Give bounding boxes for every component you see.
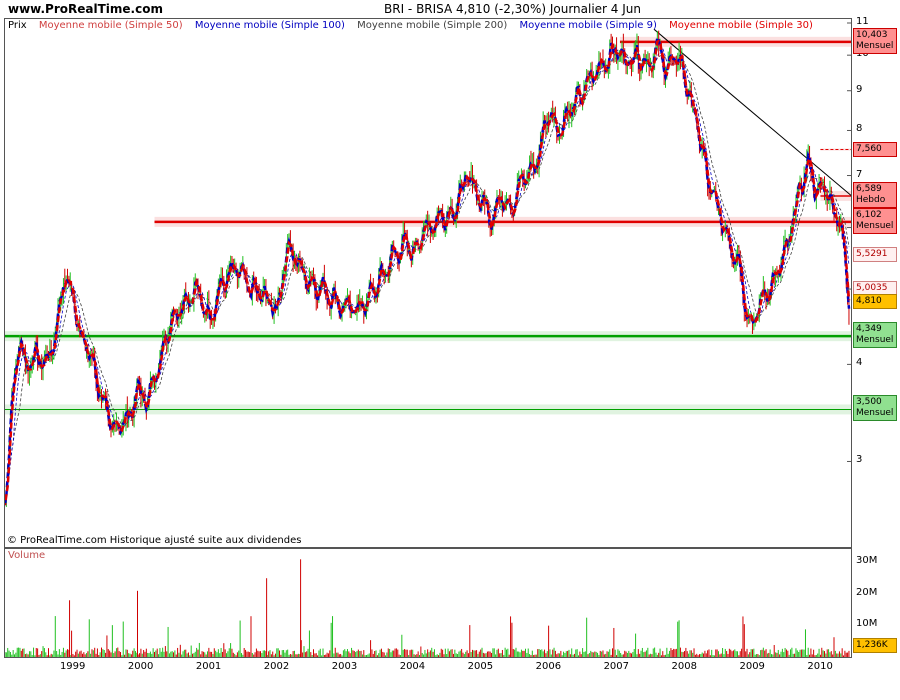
price-tick-label: 11: [856, 16, 869, 27]
price-tag: 4,349 Mensuel: [853, 322, 897, 349]
price-tag-note: Mensuel: [856, 220, 894, 231]
price-chart-svg[interactable]: [5, 19, 851, 547]
legend-prix: Prix: [8, 20, 27, 31]
trendline: [653, 28, 851, 196]
price-tag: 7,560: [853, 141, 897, 157]
volume-axis: 1,236K 30M 20M 10M: [850, 548, 900, 658]
price-tick-label: 8: [856, 123, 863, 135]
price-axis: 3456789101110,403Mensuel7,5606,589Hebdo6…: [850, 16, 900, 548]
volume-label: Volume: [8, 550, 46, 561]
price-panel[interactable]: Prix Moyenne mobile (Simple 50) Moyenne …: [4, 18, 852, 548]
price-tick-label: 9: [856, 83, 863, 95]
instrument-title: BRI - BRISA 4,810 (-2,30%) Journalier 4 …: [384, 2, 642, 16]
price-tag-note: Mensuel: [856, 335, 894, 346]
chart-header: www.ProRealTime.com BRI - BRISA 4,810 (-…: [0, 0, 900, 18]
legend-ma9: Moyenne mobile (Simple 9): [519, 20, 657, 31]
price-candles: [5, 30, 850, 507]
time-tick-label: 2008: [671, 661, 697, 672]
volume-chart-svg[interactable]: [5, 549, 851, 657]
footnote: © ProRealTime.com Historique ajusté suit…: [7, 535, 302, 546]
time-tick-label: 2004: [399, 661, 426, 672]
price-tag-note: Hebdo: [856, 194, 886, 205]
price-legend: Prix Moyenne mobile (Simple 50) Moyenne …: [8, 20, 822, 31]
ma50-line: [5, 41, 850, 506]
price-tag-note: Mensuel: [856, 40, 894, 51]
time-tick-label: 2009: [739, 661, 765, 672]
time-tick-label: 2003: [331, 661, 358, 672]
price-tick-label: 3: [856, 454, 863, 466]
price-tick-label: 7: [856, 168, 863, 180]
price-tag: 5,5291: [853, 247, 897, 263]
time-tick-label: 2000: [127, 661, 154, 672]
legend-ma200: Moyenne mobile (Simple 200): [357, 20, 508, 31]
time-tick-label: 2007: [603, 661, 630, 672]
volume-panel[interactable]: Volume: [4, 548, 852, 658]
time-tick-label: 1999: [59, 661, 86, 672]
legend-ma50: Moyenne mobile (Simple 50): [38, 20, 183, 31]
time-tick-label: 2010: [807, 661, 833, 672]
ma200-line: [5, 50, 850, 506]
ma30-line: [5, 39, 851, 506]
volume-bars: [5, 559, 850, 657]
site-title[interactable]: www.ProRealTime.com: [8, 0, 163, 18]
price-tag-note: Mensuel: [856, 408, 894, 419]
price-tag: 6,589 Hebdo: [853, 181, 897, 208]
price-tick-label: 4: [856, 357, 863, 369]
time-tick-label: 2005: [467, 661, 494, 672]
time-tick-label: 2006: [535, 661, 562, 672]
ma100-line: [5, 47, 850, 506]
legend-ma100: Moyenne mobile (Simple 100): [194, 20, 345, 31]
price-tag: 3,500 Mensuel: [853, 395, 897, 422]
time-tick-label: 2001: [195, 661, 222, 672]
time-tick-label: 2002: [263, 661, 290, 672]
ma9-line: [5, 33, 851, 506]
volume-tick-label: 20M: [856, 586, 878, 598]
price-tag: 10,403 Mensuel: [853, 27, 897, 54]
last-volume-tag: 1,236K: [853, 638, 897, 653]
volume-tick-label: 10M: [856, 618, 878, 630]
volume-tick-label: 30M: [856, 555, 878, 567]
price-tag: 4,810: [853, 294, 897, 310]
time-axis: 1999 2000 2001 2002 2003 2004 2005 2006 2007 2008…: [4, 656, 850, 680]
legend-ma30: Moyenne mobile (Simple 30): [669, 20, 813, 31]
price-tag: 6,102 Mensuel: [853, 207, 897, 234]
